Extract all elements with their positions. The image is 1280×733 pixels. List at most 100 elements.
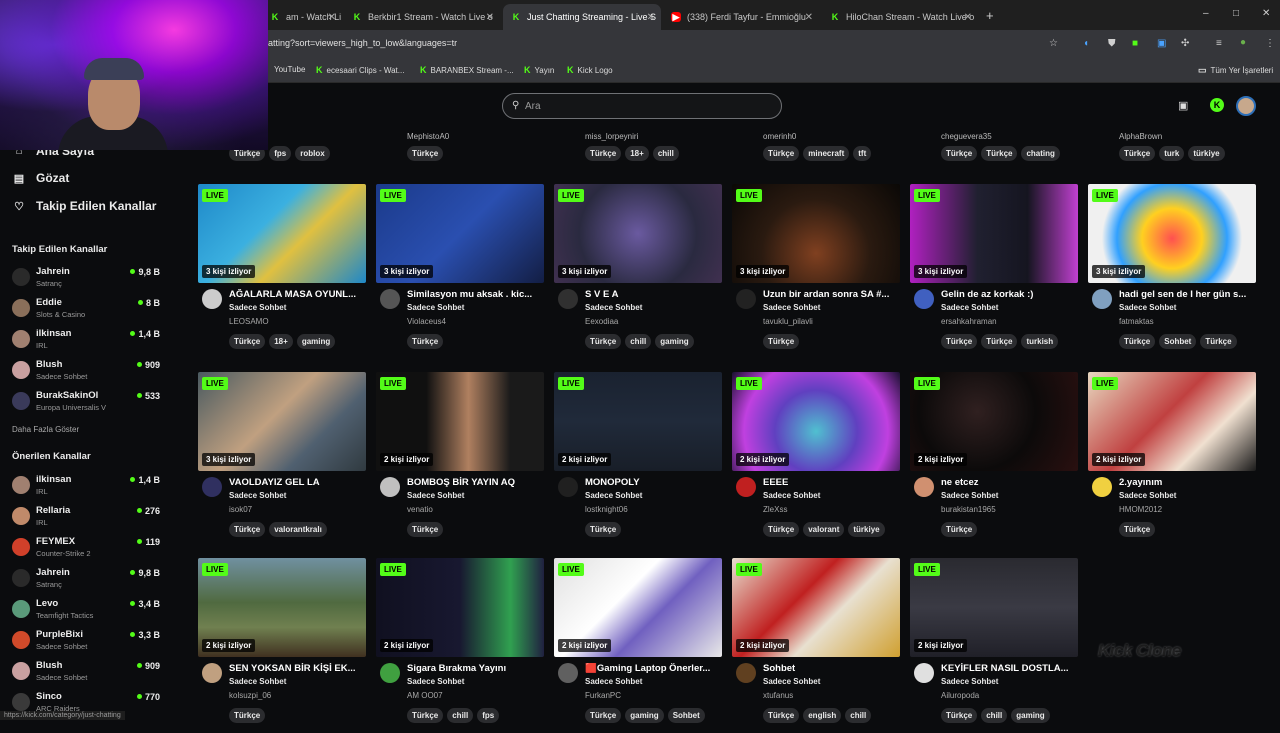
stream-category[interactable]: Sadece Sohbet bbox=[407, 677, 464, 686]
tag-chip[interactable]: Türkçe bbox=[763, 708, 800, 723]
stream-title[interactable]: BOMBOŞ BİR YAYIN AQ bbox=[407, 477, 543, 488]
browser-tab-4[interactable]: K HiloChan Stream - Watch Live o ✕ bbox=[822, 4, 978, 30]
close-icon[interactable]: ✕ bbox=[647, 12, 655, 23]
shield-icon[interactable]: ⛊ bbox=[1108, 38, 1116, 49]
stream-category[interactable]: Sadece Sohbet bbox=[1119, 491, 1176, 500]
close-icon[interactable]: ✕ bbox=[805, 12, 813, 23]
star-icon[interactable]: ☆ bbox=[1049, 38, 1058, 49]
stream-card-partial[interactable]: omerinh0 Türkçe minecraft tft bbox=[732, 132, 900, 166]
tag-chip[interactable]: gaming bbox=[1011, 708, 1050, 723]
stream-card-partial[interactable]: cheguevera35 Türkçe Türkçe chating bbox=[910, 132, 1078, 166]
search-input[interactable]: ⚲ Ara bbox=[502, 93, 782, 119]
tag-chip[interactable]: Sohbet bbox=[1159, 334, 1197, 349]
channel-name[interactable]: ZleXss bbox=[763, 505, 787, 514]
bookmark-item[interactable]: Kecesaari Clips - Wat... bbox=[316, 65, 404, 75]
tag-chip[interactable]: minecraft bbox=[803, 146, 850, 161]
channel-item[interactable]: Jahrein Satranç 9,8 B bbox=[12, 565, 160, 593]
menu-icon[interactable]: ⋮ bbox=[1265, 38, 1275, 49]
extension-icon[interactable]: ◖ bbox=[1083, 38, 1089, 49]
channel-name[interactable]: HMOM2012 bbox=[1119, 505, 1162, 514]
stream-thumbnail[interactable]: LIVE 2 kişi izliyor bbox=[732, 372, 900, 471]
stream-category[interactable]: Sadece Sohbet bbox=[229, 491, 286, 500]
avatar[interactable] bbox=[736, 477, 756, 497]
tag-chip[interactable]: türkiye bbox=[848, 522, 885, 537]
avatar[interactable] bbox=[558, 663, 578, 683]
avatar[interactable] bbox=[380, 663, 400, 683]
tag-chip[interactable]: Türkçe bbox=[407, 522, 444, 537]
channel-name[interactable]: fatmaktas bbox=[1119, 317, 1154, 326]
stream-thumbnail[interactable]: LIVE 2 kişi izliyor bbox=[198, 558, 366, 657]
media-icon[interactable]: ≡ bbox=[1216, 38, 1222, 49]
channel-item[interactable]: PurpleBixi Sadece Sohbet 3,3 B bbox=[12, 627, 160, 655]
tag-chip[interactable]: turkish bbox=[1021, 334, 1059, 349]
stream-title[interactable]: KEYİFLER NASIL DOSTLA... bbox=[941, 663, 1077, 674]
avatar[interactable] bbox=[1236, 96, 1256, 116]
stream-thumbnail[interactable]: LIVE 2 kişi izliyor bbox=[910, 558, 1078, 657]
tag-chip[interactable]: Türkçe bbox=[1200, 334, 1237, 349]
tag-chip[interactable]: Türkçe bbox=[941, 522, 978, 537]
channel-name[interactable]: FurkanPC bbox=[585, 691, 621, 700]
maximize-button[interactable]: □ bbox=[1233, 8, 1239, 19]
avatar[interactable] bbox=[1092, 477, 1112, 497]
stream-card[interactable]: LIVE 2 kişi izliyor 2.yayınım Sadece Sohbet… bbox=[1088, 372, 1256, 547]
address-bar[interactable]: atting?sort=viewers_high_to_low&language… bbox=[268, 38, 457, 48]
all-bookmarks[interactable]: ▭ Tüm Yer İşaretleri bbox=[1198, 65, 1273, 76]
kick-extension-icon[interactable]: ■ bbox=[1132, 38, 1138, 49]
stream-card[interactable]: LIVE 2 kişi izliyor BOMBOŞ BİR YAYIN AQ Sad… bbox=[376, 372, 544, 547]
minimize-button[interactable]: – bbox=[1203, 8, 1209, 19]
new-tab-button[interactable]: + bbox=[986, 8, 994, 23]
stream-category[interactable]: Sadece Sohbet bbox=[585, 677, 642, 686]
stream-title[interactable]: EEEE bbox=[763, 477, 899, 488]
stream-category[interactable]: Sadece Sohbet bbox=[229, 303, 286, 312]
channel-name[interactable]: lostknight06 bbox=[585, 505, 628, 514]
kick-logo-icon[interactable]: K bbox=[1210, 98, 1224, 112]
browser-tab-3[interactable]: ▶ (338) Ferdi Tayfur - Emmioğlu ✕ bbox=[663, 4, 819, 30]
stream-category[interactable]: Sadece Sohbet bbox=[585, 303, 642, 312]
tag-chip[interactable]: Sohbet bbox=[667, 708, 705, 723]
bookmark-item[interactable]: K Kick Logo bbox=[567, 65, 613, 75]
avatar[interactable] bbox=[202, 289, 222, 309]
stream-card-partial[interactable]: MephistoA0 Türkçe bbox=[376, 132, 544, 166]
tag-chip[interactable]: Türkçe bbox=[407, 146, 444, 161]
tag-chip[interactable]: Türkçe bbox=[763, 146, 800, 161]
channel-name[interactable]: xtufanus bbox=[763, 691, 793, 700]
tag-chip[interactable]: Türkçe bbox=[407, 334, 444, 349]
stream-title[interactable]: S V E A bbox=[585, 289, 721, 300]
stream-card[interactable]: LIVE 3 kişi izliyor Uzun bir ardan sonra S… bbox=[732, 184, 900, 359]
stream-title[interactable]: 2.yayınım bbox=[1119, 477, 1255, 488]
stream-title[interactable]: Sigara Bırakma Yayını bbox=[407, 663, 543, 674]
channel-item[interactable]: Blush Sadece Sohbet 909 bbox=[12, 357, 160, 385]
stream-card[interactable]: LIVE 3 kişi izliyor VAOLDAYIZ GEL LA Sadece… bbox=[198, 372, 366, 547]
avatar[interactable] bbox=[558, 477, 578, 497]
stream-thumbnail[interactable]: LIVE 2 kişi izliyor bbox=[1088, 372, 1256, 471]
channel-name[interactable]: isok07 bbox=[229, 505, 252, 514]
stream-category[interactable]: Sadece Sohbet bbox=[229, 677, 286, 686]
stream-card[interactable]: LIVE 3 kişi izliyor hadi gel sen de I her … bbox=[1088, 184, 1256, 359]
stream-category[interactable]: Sadece Sohbet bbox=[941, 491, 998, 500]
close-icon[interactable]: ✕ bbox=[486, 12, 494, 23]
close-icon[interactable]: ✕ bbox=[328, 12, 336, 23]
channel-name[interactable]: venatio bbox=[407, 505, 433, 514]
tag-chip[interactable]: english bbox=[803, 708, 842, 723]
channel-item[interactable]: Blush Sadece Sohbet 909 bbox=[12, 658, 160, 686]
stream-card[interactable]: LIVE 2 kişi izliyor SEN YOKSAN BİR KİŞİ EK… bbox=[198, 558, 366, 733]
tag-chip[interactable]: chating bbox=[1021, 146, 1060, 161]
tag-chip[interactable]: türkiye bbox=[1188, 146, 1225, 161]
stream-card[interactable]: LIVE 2 kişi izliyor 🟥Gaming Laptop Önerler… bbox=[554, 558, 722, 733]
tag-chip[interactable]: roblox bbox=[295, 146, 330, 161]
stream-title[interactable]: AĞALARLA MASA OYUNL... bbox=[229, 289, 365, 300]
avatar[interactable] bbox=[202, 477, 222, 497]
tag-chip[interactable]: Türkçe bbox=[763, 334, 800, 349]
tag-chip[interactable]: Türkçe bbox=[763, 522, 800, 537]
stream-title[interactable]: Gelin de az korkak :) bbox=[941, 289, 1077, 300]
stream-title[interactable]: MONOPOLY bbox=[585, 477, 721, 488]
stream-thumbnail[interactable]: LIVE 3 kişi izliyor bbox=[910, 184, 1078, 283]
stream-category[interactable]: Sadece Sohbet bbox=[763, 677, 820, 686]
stream-card[interactable]: LIVE 3 kişi izliyor Similasyon mu aksak . … bbox=[376, 184, 544, 359]
sidebar-item-browse[interactable]: ▤ Gözat bbox=[12, 171, 70, 185]
stream-card[interactable]: LIVE 2 kişi izliyor ne etcez Sadece Sohbet b… bbox=[910, 372, 1078, 547]
tag-chip[interactable]: tft bbox=[853, 146, 872, 161]
avatar[interactable] bbox=[914, 477, 934, 497]
bookmark-item[interactable]: K BARANBEX Stream -... bbox=[420, 65, 514, 75]
tag-chip[interactable]: Türkçe bbox=[1119, 334, 1156, 349]
